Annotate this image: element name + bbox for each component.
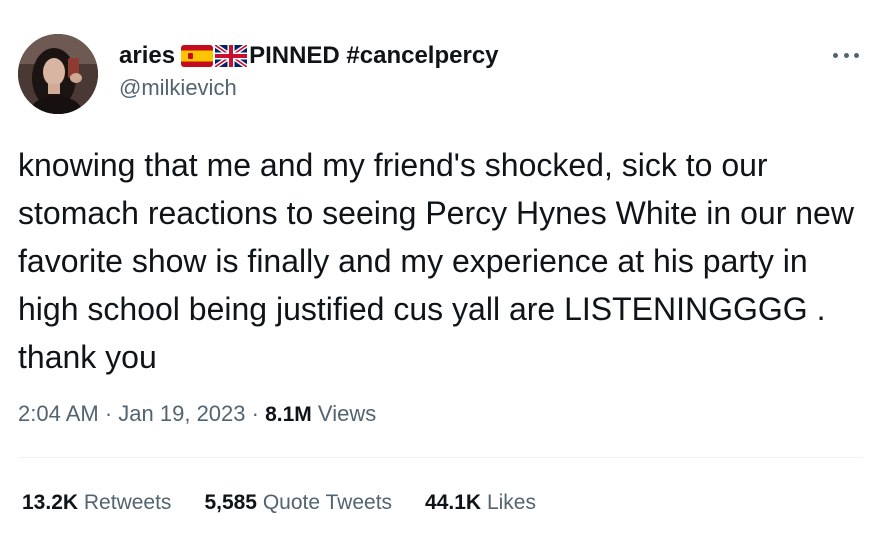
more-dot — [843, 52, 849, 58]
quote-tweets-stat[interactable]: 5,585 Quote Tweets — [204, 488, 392, 518]
flag-united-kingdom-icon — [215, 45, 248, 67]
quote-tweets-label: Quote Tweets — [262, 491, 393, 514]
likes-stat[interactable]: 44.1K Likes — [425, 488, 536, 518]
retweets-label: Retweets — [83, 491, 172, 514]
retweets-stat[interactable]: 13.2K Retweets — [22, 488, 171, 518]
likes-count: 44.1K — [425, 491, 482, 514]
display-name-suffix: PINNED #cancelpercy — [249, 42, 499, 69]
divider — [18, 457, 863, 458]
tweet-card: aries PINNED #cancelpercy @milkievich kn… — [0, 0, 883, 540]
tweet-meta: 2:04 AM · Jan 19, 2023 · 8.1M Views — [18, 398, 376, 431]
more-dot — [833, 52, 838, 58]
tweet-stats: 13.2K Retweets 5,585 Quote Tweets 44.1K … — [22, 488, 569, 518]
display-name-text: aries — [119, 42, 176, 69]
display-name[interactable]: aries PINNED #cancelpercy — [119, 41, 499, 71]
tweet-header: aries PINNED #cancelpercy @milkievich — [18, 34, 863, 114]
author-names: aries PINNED #cancelpercy @milkievich — [119, 41, 499, 103]
tweet-text: knowing that me and my friend's shocked,… — [18, 147, 854, 375]
user-handle[interactable]: @milkievich — [119, 73, 499, 103]
more-dot — [854, 52, 859, 58]
flag-spain-icon — [181, 45, 214, 67]
meta-separator: · — [104, 401, 113, 426]
views-label: Views — [317, 401, 377, 426]
avatar[interactable] — [18, 34, 98, 114]
quote-tweets-count: 5,585 — [204, 491, 257, 514]
avatar-photo — [18, 34, 98, 114]
tweet-time[interactable]: 2:04 AM — [18, 401, 99, 426]
retweets-count: 13.2K — [22, 491, 79, 514]
tweet-date[interactable]: Jan 19, 2023 — [118, 401, 245, 426]
more-horizontal-icon[interactable] — [833, 46, 859, 64]
views-count: 8.1M — [265, 403, 312, 426]
likes-label: Likes — [486, 491, 536, 514]
meta-separator: · — [251, 401, 259, 426]
